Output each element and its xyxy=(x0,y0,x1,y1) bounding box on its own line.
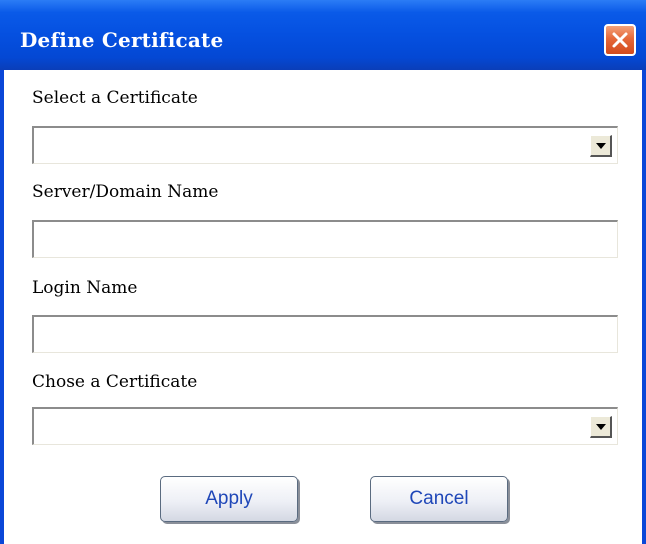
cancel-button[interactable]: Cancel xyxy=(370,476,508,522)
select-certificate-label: Select a Certificate xyxy=(32,88,198,108)
chose-certificate-dropdown[interactable] xyxy=(32,407,618,445)
apply-button[interactable]: Apply xyxy=(160,476,298,522)
title-bar[interactable]: Define Certificate xyxy=(0,0,646,70)
login-name-label: Login Name xyxy=(32,278,138,298)
chose-certificate-label: Chose a Certificate xyxy=(32,372,198,392)
dialog-title: Define Certificate xyxy=(20,28,224,52)
login-name-input[interactable] xyxy=(32,315,618,353)
chevron-down-icon[interactable] xyxy=(590,416,612,438)
server-domain-label: Server/Domain Name xyxy=(32,182,219,202)
server-domain-input[interactable] xyxy=(32,220,618,258)
close-button[interactable] xyxy=(604,24,636,56)
select-certificate-dropdown[interactable] xyxy=(32,126,618,164)
chevron-down-icon[interactable] xyxy=(590,135,612,157)
close-icon xyxy=(612,32,628,48)
